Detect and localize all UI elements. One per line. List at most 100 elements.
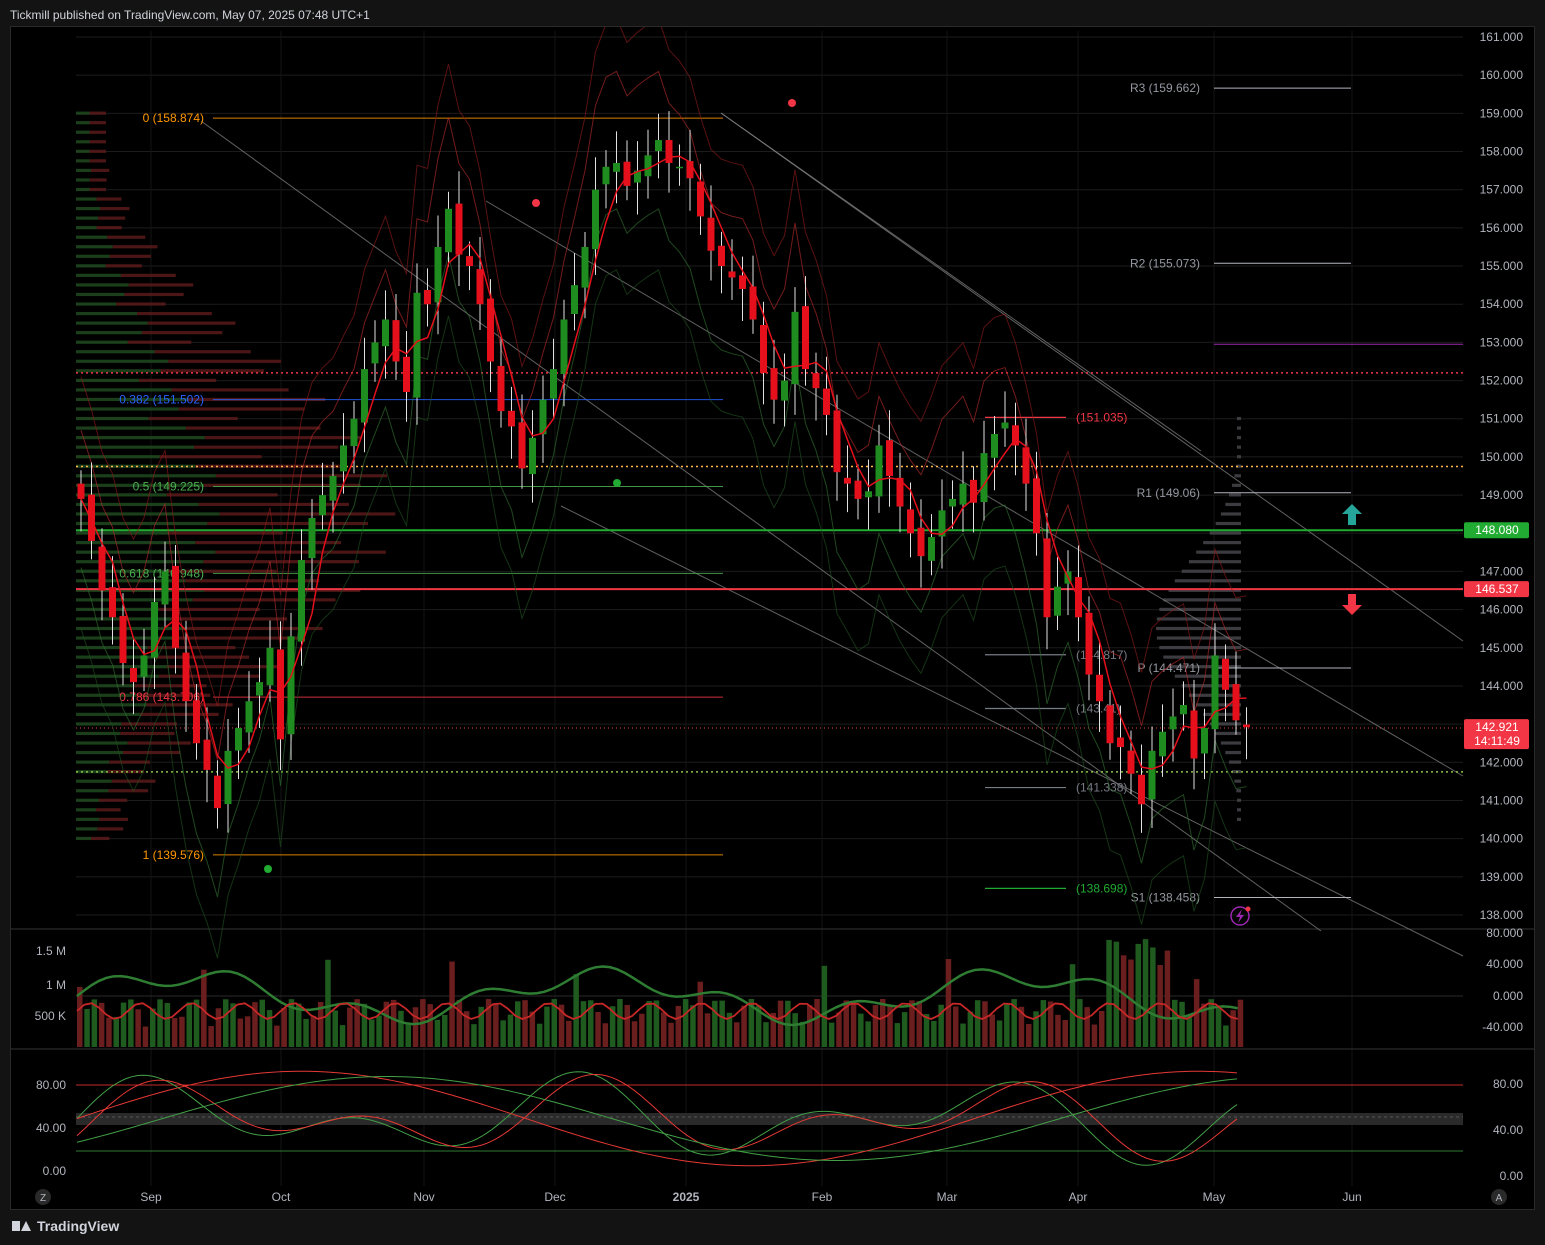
osc-axis-label: -40.000 [1482,1020,1523,1034]
volume-profile-bar [99,798,128,802]
y-tick-label: 139.000 [1480,870,1524,884]
candle-body [770,368,778,400]
volume-profile-bar [127,340,192,344]
candle-body [1106,705,1114,744]
volume-bar [595,1011,601,1047]
candle-body [266,647,274,686]
volume-profile-bar [169,531,283,535]
volume-profile-bar [76,130,90,134]
candle-body [875,445,883,497]
volume-bar [1142,939,1149,1047]
y-tick-label: 160.000 [1480,68,1524,82]
volume-profile-bar [76,121,90,125]
volume-axis-label: 500 K [35,1009,66,1023]
volume-profile-bar [219,512,396,516]
candle-body [917,527,925,557]
session-profile-bar [1203,541,1241,545]
candle-body [193,700,200,744]
volume-profile-bar [171,388,289,392]
zoom-button-label: Z [40,1193,46,1204]
volume-profile-bar [178,407,305,411]
session-profile-bar [1174,579,1241,583]
volume-profile-bar [76,369,161,373]
candle-body [403,356,410,393]
candle-body [749,286,757,320]
candle-body [476,269,484,305]
footer-brand: TradingView [37,1218,120,1234]
volume-profile-bar [108,789,149,793]
candle-body [1096,674,1103,702]
volume-profile-bar [76,636,178,640]
volume-bar [901,1012,908,1047]
volume-bar [880,999,886,1047]
session-profile-bar [1237,798,1241,802]
stoch-midband [76,1113,1463,1125]
alert-dot [1245,906,1251,912]
candle-body [560,319,568,374]
session-profile-bar [1229,493,1241,497]
candle-body [602,166,610,185]
candle-body [1054,586,1061,616]
candle-body [203,739,211,770]
channel-line [200,120,1322,932]
y-tick-label: 144.000 [1480,679,1524,693]
y-tick-label: 159.000 [1480,106,1524,120]
candle-body [802,306,809,370]
session-profile-bar [1220,741,1241,745]
volume-bar [120,1002,127,1047]
session-profile-bar [1181,684,1241,688]
volume-profile-bar [76,350,155,354]
candle-body [424,290,431,305]
volume-bar [1186,1015,1193,1047]
stoch-axis-label-left: 0.00 [43,1164,67,1178]
volume-bar [960,1023,966,1047]
volume-profile-bar [89,140,106,144]
volume-profile-bar [76,426,186,430]
volume-profile-bar [89,111,106,115]
volume-bar [390,999,397,1047]
volume-profile-bar [139,378,217,382]
session-profile-bar [1163,655,1241,659]
volume-bar [763,1022,769,1047]
volume-bar [84,1008,90,1047]
session-profile-bar [1215,521,1241,526]
session-profile-bar [1234,474,1241,478]
candle-body [739,275,746,289]
volume-bar [734,1022,740,1047]
volume-bar [412,1007,419,1047]
volume-profile-bar [204,436,363,440]
candle-body [1033,478,1040,534]
volume-profile-bar [89,121,106,125]
volume-bar [376,1015,382,1047]
volume-profile-bar [76,168,91,173]
x-tick-label: Apr [1069,1190,1088,1204]
tradingview-footer[interactable]: TradingView [12,1218,119,1234]
volume-bar [135,1009,141,1047]
volume-bar [150,1008,156,1047]
volume-bar [1077,999,1083,1047]
volume-profile-bar [107,235,146,239]
volume-bar [1062,1020,1068,1047]
volume-profile-bar [76,321,148,325]
session-profile-bar [1237,436,1241,440]
volume-bar [675,1005,682,1047]
volume-bar [281,1007,287,1047]
volume-bar [792,1013,798,1047]
volume-profile-bar [76,779,112,783]
chart-frame[interactable]: 161.000 160.000 159.000 158.000 157.000 156.0… [10,17,1535,1210]
volume-profile-bar [159,455,262,459]
x-tick-label: May [1203,1190,1226,1204]
candle-body [119,615,127,664]
volume-profile-bar [76,235,108,239]
volume-profile-bar [97,827,124,831]
volume-bar [186,1002,192,1047]
session-profile-bar [1237,455,1241,459]
volume-bar [602,1023,609,1047]
chart-svg[interactable]: 161.000 160.000 159.000 158.000 157.000 156.0… [11,17,1534,1209]
volume-bar [1091,1024,1098,1047]
pivot-label: R1 (149.06) [1137,486,1200,500]
volume-profile-bar [90,168,110,173]
volume-profile-bar [76,331,142,335]
stoch-axis-label-right: 80.00 [1493,1077,1523,1091]
volume-profile-bar [76,750,123,755]
